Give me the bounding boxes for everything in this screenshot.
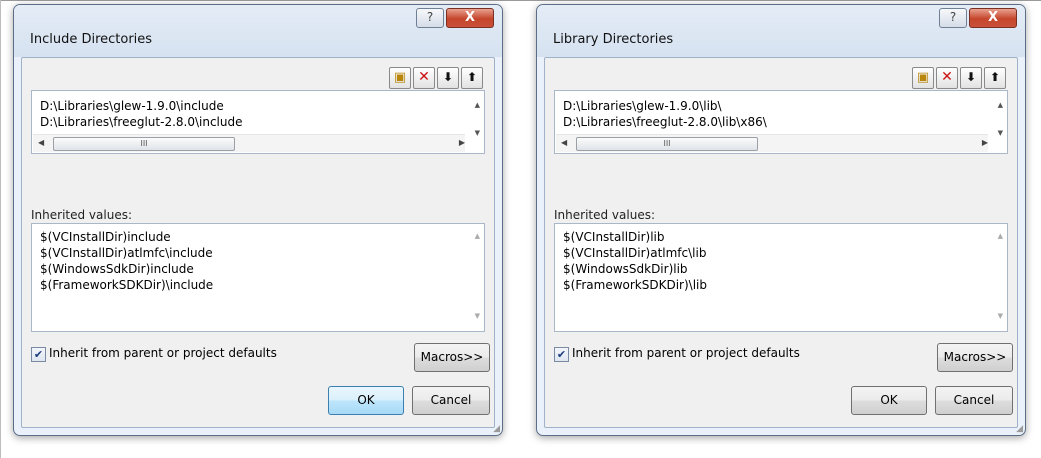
scroll-up-arrow-icon[interactable]: ▲ (475, 101, 480, 109)
scroll-left-arrow-icon[interactable]: ◀ (561, 138, 567, 147)
scroll-left-arrow-icon[interactable]: ◀ (38, 138, 44, 147)
inherit-checkbox[interactable]: ✔ (31, 347, 46, 362)
scroll-down-arrow-icon[interactable]: ▼ (475, 129, 480, 137)
include-directories-dialog: Include Directories ? X ▣ ✕ ⬇ ⬆ D:\Libra… (13, 4, 503, 436)
directory-entry[interactable]: D:\Libraries\freeglut-2.8.0\lib\x86\ (563, 115, 767, 129)
dialog-title: Library Directories (553, 32, 674, 47)
library-directories-dialog: Library Directories ? X ▣ ✕ ⬇ ⬆ D:\Libra… (536, 4, 1026, 436)
directory-entry[interactable]: D:\Libraries\glew-1.9.0\include (40, 99, 224, 113)
inherited-entry: $(WindowsSdkDir)include (40, 262, 194, 276)
move-up-icon[interactable]: ⬆ (984, 67, 1006, 89)
page-top-rule (0, 0, 1041, 1)
help-button[interactable]: ? (939, 8, 967, 28)
ok-button[interactable]: OK (328, 386, 404, 415)
move-down-icon[interactable]: ⬇ (960, 67, 982, 89)
directory-entry[interactable]: D:\Libraries\glew-1.9.0\lib\ (563, 99, 722, 113)
ok-button[interactable]: OK (851, 386, 927, 415)
inherited-values-label: Inherited values: (31, 208, 132, 222)
scroll-right-arrow-icon[interactable]: ▶ (459, 138, 465, 147)
resize-grip-icon[interactable]: ◢ (1016, 424, 1023, 434)
move-down-icon[interactable]: ⬇ (437, 67, 459, 89)
new-line-folder-icon[interactable]: ▣ (389, 67, 411, 89)
inherited-entry: $(VCInstallDir)lib (563, 230, 665, 244)
page-left-rule (0, 0, 1, 458)
cancel-button[interactable]: Cancel (412, 386, 490, 415)
inherited-values-list: $(VCInstallDir)lib $(VCInstallDir)atlmfc… (554, 223, 1008, 332)
horizontal-scrollbar[interactable]: ◀ III ▶ (556, 134, 988, 152)
close-button[interactable]: X (969, 8, 1017, 28)
resize-grip-icon[interactable]: ◢ (493, 424, 500, 434)
inherited-entry: $(VCInstallDir)atlmfc\lib (563, 246, 707, 260)
inherited-entry: $(FrameworkSDKDir)\lib (563, 278, 707, 292)
inherit-checkbox-label[interactable]: Inherit from parent or project defaults (49, 346, 277, 360)
scrollbar-thumb[interactable]: III (576, 137, 758, 151)
inherit-checkbox-label[interactable]: Inherit from parent or project defaults (572, 346, 800, 360)
move-up-icon[interactable]: ⬆ (461, 67, 483, 89)
inherited-values-label: Inherited values: (554, 208, 655, 222)
horizontal-scrollbar[interactable]: ◀ III ▶ (33, 134, 465, 152)
title-bar[interactable]: Library Directories ? X (537, 5, 1025, 57)
inherit-checkbox[interactable]: ✔ (554, 347, 569, 362)
title-bar[interactable]: Include Directories ? X (14, 5, 502, 57)
macros-button[interactable]: Macros>> (937, 343, 1013, 372)
delete-icon[interactable]: ✕ (936, 67, 958, 89)
directory-entry[interactable]: D:\Libraries\freeglut-2.8.0\include (40, 115, 243, 129)
inherited-entry: $(FrameworkSDKDir)\include (40, 278, 214, 292)
delete-icon[interactable]: ✕ (413, 67, 435, 89)
inherited-entry: $(VCInstallDir)include (40, 230, 171, 244)
scroll-up-arrow-icon[interactable]: ▲ (998, 101, 1003, 109)
directory-list[interactable]: D:\Libraries\glew-1.9.0\lib\ D:\Librarie… (554, 90, 1008, 154)
help-button[interactable]: ? (416, 8, 444, 28)
scroll-up-arrow-icon: ▲ (474, 232, 480, 240)
scroll-down-arrow-icon: ▼ (474, 312, 480, 320)
scroll-down-arrow-icon: ▼ (997, 312, 1003, 320)
scroll-down-arrow-icon[interactable]: ▼ (998, 129, 1003, 137)
inherited-entry: $(VCInstallDir)atlmfc\include (40, 246, 213, 260)
scroll-right-arrow-icon[interactable]: ▶ (982, 138, 988, 147)
new-line-folder-icon[interactable]: ▣ (912, 67, 934, 89)
scroll-up-arrow-icon: ▲ (997, 232, 1003, 240)
dialog-title: Include Directories (30, 32, 153, 47)
directory-list[interactable]: D:\Libraries\glew-1.9.0\include D:\Libra… (31, 90, 485, 154)
inherited-entry: $(WindowsSdkDir)lib (563, 262, 688, 276)
scrollbar-thumb[interactable]: III (53, 137, 235, 151)
inherited-values-list: $(VCInstallDir)include $(VCInstallDir)at… (31, 223, 485, 332)
macros-button[interactable]: Macros>> (414, 343, 490, 372)
close-button[interactable]: X (446, 8, 494, 28)
cancel-button[interactable]: Cancel (935, 386, 1013, 415)
